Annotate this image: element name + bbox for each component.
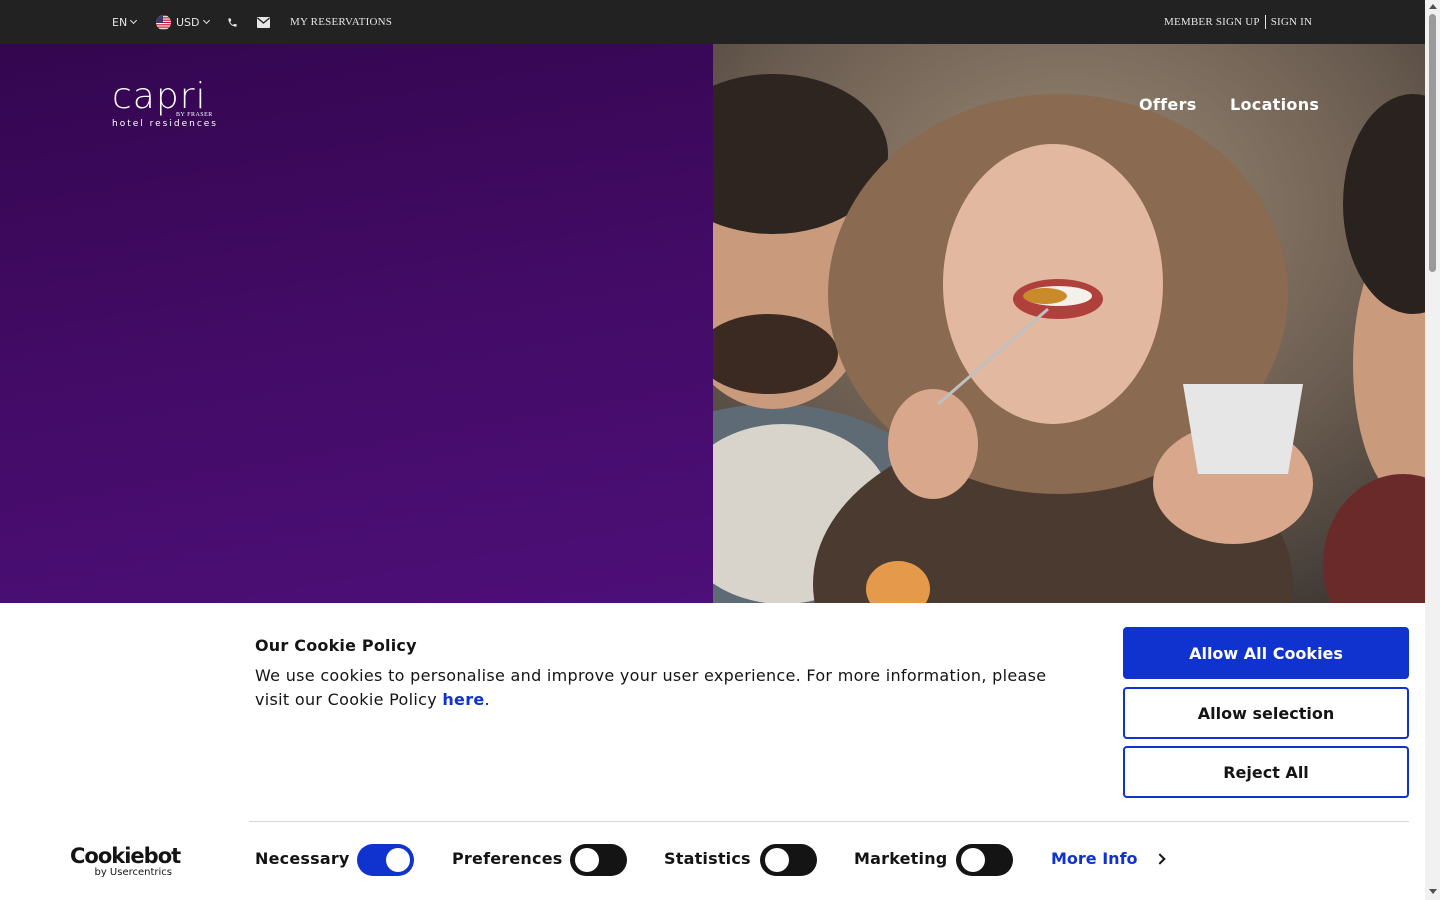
logo-subtitle: hotel residences bbox=[112, 119, 218, 129]
toggle-necessary[interactable] bbox=[357, 844, 414, 876]
allow-selection-button[interactable]: Allow selection bbox=[1123, 687, 1409, 739]
more-info-link[interactable]: More Info bbox=[1051, 849, 1166, 868]
cookie-divider bbox=[249, 821, 1409, 822]
more-info-label: More Info bbox=[1051, 849, 1138, 868]
page-scrollbar[interactable] bbox=[1425, 0, 1440, 900]
email-icon[interactable] bbox=[257, 0, 270, 44]
logo-wordmark: capri bbox=[112, 76, 207, 117]
allow-all-cookies-button[interactable]: Allow All Cookies bbox=[1123, 627, 1409, 679]
cookie-text: We use cookies to personalise and improv… bbox=[255, 666, 1047, 709]
scroll-up-arrow-icon[interactable] bbox=[1429, 4, 1437, 9]
account-links: MEMBER SIGN UP SIGN IN bbox=[1164, 0, 1312, 44]
toggle-knob bbox=[575, 848, 599, 872]
my-reservations-link[interactable]: MY RESERVATIONS bbox=[290, 0, 392, 44]
nav-offers[interactable]: Offers bbox=[1139, 44, 1197, 164]
cookie-period: . bbox=[484, 690, 490, 709]
cookie-description: We use cookies to personalise and improv… bbox=[255, 664, 1075, 712]
cookiebot-wordmark: Cookiebot bbox=[70, 844, 181, 868]
currency-label: USD bbox=[176, 15, 200, 29]
toggle-knob bbox=[765, 848, 789, 872]
cookie-title: Our Cookie Policy bbox=[255, 636, 417, 655]
toggle-label-statistics: Statistics bbox=[664, 849, 751, 868]
chevron-right-icon bbox=[1153, 852, 1166, 865]
chevron-down-icon bbox=[130, 16, 138, 25]
logo-by-fraser: BY FRASER bbox=[176, 112, 213, 118]
capri-logo[interactable]: capri BY FRASER hotel residences bbox=[112, 76, 218, 130]
language-selector[interactable]: EN bbox=[112, 0, 138, 44]
cookie-policy-link[interactable]: here bbox=[442, 690, 484, 709]
cookie-banner: Our Cookie Policy We use cookies to pers… bbox=[0, 603, 1425, 900]
top-utility-bar: EN USD MY RESERVATIONS MEMBER SIGN UP SI… bbox=[0, 0, 1425, 44]
currency-selector[interactable]: USD bbox=[156, 0, 210, 44]
cookiebot-logo[interactable]: Cookiebot by Usercentrics bbox=[70, 844, 181, 878]
toggle-statistics[interactable] bbox=[760, 844, 817, 876]
scroll-down-arrow-icon[interactable] bbox=[1429, 889, 1437, 894]
toggle-label-preferences: Preferences bbox=[452, 849, 563, 868]
sign-in-link[interactable]: SIGN IN bbox=[1271, 16, 1312, 28]
hero-purple-panel bbox=[0, 44, 713, 603]
chevron-down-icon bbox=[202, 16, 210, 25]
toggle-label-marketing: Marketing bbox=[854, 849, 948, 868]
member-sign-up-link[interactable]: MEMBER SIGN UP bbox=[1164, 16, 1260, 28]
toggle-preferences[interactable] bbox=[570, 844, 627, 876]
reject-all-button[interactable]: Reject All bbox=[1123, 746, 1409, 798]
us-flag-icon bbox=[156, 14, 171, 30]
language-label: EN bbox=[112, 15, 128, 29]
nav-locations[interactable]: Locations bbox=[1230, 44, 1319, 164]
divider bbox=[1264, 15, 1266, 29]
toggle-knob bbox=[961, 848, 985, 872]
scroll-thumb[interactable] bbox=[1429, 14, 1436, 272]
toggle-marketing[interactable] bbox=[956, 844, 1013, 876]
phone-icon[interactable] bbox=[227, 0, 238, 44]
cookiebot-subtitle: by Usercentrics bbox=[94, 867, 172, 878]
toggle-label-necessary: Necessary bbox=[255, 849, 350, 868]
toggle-knob bbox=[386, 848, 410, 872]
